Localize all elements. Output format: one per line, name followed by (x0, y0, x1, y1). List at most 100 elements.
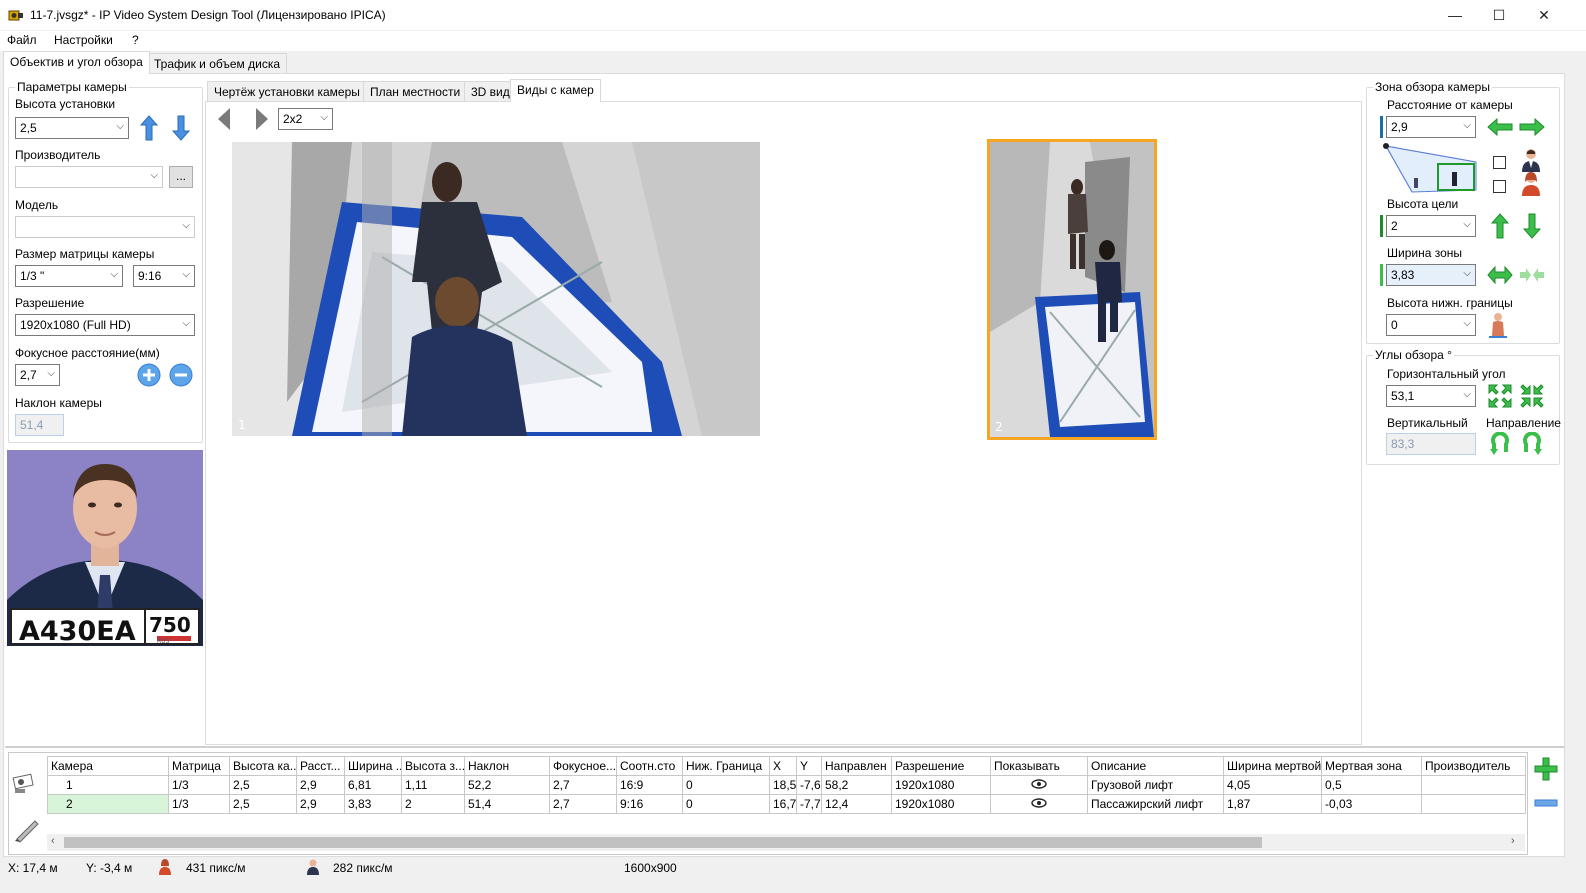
splitter[interactable] (5, 746, 1565, 748)
table-cell[interactable]: 2 (401, 794, 465, 814)
table-cell[interactable]: 1/3 (168, 775, 230, 795)
lower-bound-combo[interactable]: 0 ⌵ (1386, 314, 1476, 336)
zoom-out-icon[interactable] (169, 363, 193, 390)
rotate-right-icon[interactable] (1520, 431, 1544, 459)
pen-tool-icon[interactable] (13, 815, 41, 846)
narrow-angle-icon[interactable] (1520, 384, 1544, 411)
table-cell[interactable]: 12,4 (821, 794, 892, 814)
column-header[interactable]: Фокусное... (549, 756, 617, 776)
table-cell[interactable]: 2,5 (229, 775, 297, 795)
sensor-combo[interactable]: 1/3 " ⌵ (15, 265, 123, 287)
table-cell[interactable]: Пассажирский лифт (1087, 794, 1224, 814)
table-cell[interactable]: 2,7 (549, 775, 617, 795)
distance-combo[interactable]: 2,9 ⌵ (1386, 116, 1476, 138)
table-cell[interactable]: 2,5 (229, 794, 297, 814)
camera-list-icon[interactable] (11, 767, 39, 798)
menu-file[interactable]: Файл (7, 33, 37, 47)
column-header[interactable]: Ниж. Граница (682, 756, 770, 776)
tab-lens-angle[interactable]: Объектив и угол обзора (3, 51, 150, 74)
arrow-down-icon[interactable] (171, 115, 191, 144)
eye-icon[interactable] (1031, 778, 1047, 792)
table-cell[interactable]: 1920x1080 (891, 794, 991, 814)
layout-combo[interactable]: 2x2 ⌵ (278, 108, 333, 130)
column-header[interactable]: Мертвая зона (1321, 756, 1422, 776)
camera-view-2[interactable]: 2 (987, 139, 1157, 440)
column-header[interactable]: Y (796, 756, 822, 776)
column-header[interactable]: Описание (1087, 756, 1224, 776)
column-header[interactable]: Производитель (1421, 756, 1526, 776)
show-male-checkbox[interactable] (1493, 156, 1506, 169)
prev-arrow-icon[interactable] (216, 107, 232, 134)
table-cell[interactable]: 0 (682, 775, 770, 795)
add-camera-icon[interactable] (1533, 756, 1559, 785)
tab-camera-views[interactable]: Виды с камер (510, 79, 601, 102)
widen-angle-icon[interactable] (1488, 384, 1512, 411)
table-cell[interactable] (1421, 794, 1526, 814)
eye-icon[interactable] (1031, 797, 1047, 811)
column-header[interactable]: Высота з... (401, 756, 465, 776)
table-cell[interactable]: Грузовой лифт (1087, 775, 1224, 795)
table-cell-selected[interactable]: 2 (47, 794, 169, 814)
arrow-right-icon[interactable] (1519, 117, 1545, 139)
tab-installation-drawing[interactable]: Чертёж установки камеры (207, 81, 367, 102)
expand-width-icon[interactable] (1487, 265, 1513, 287)
zone-width-combo[interactable]: 3,83 ⌵ (1386, 264, 1476, 286)
column-header[interactable]: Разрешение (891, 756, 991, 776)
table-cell[interactable]: 4,05 (1223, 775, 1322, 795)
maximize-button[interactable]: ☐ (1476, 0, 1522, 31)
column-header[interactable]: Направлен (821, 756, 892, 776)
table-cell[interactable]: 52,2 (464, 775, 550, 795)
table-cell[interactable]: -7,6 (796, 775, 822, 795)
shrink-width-icon[interactable] (1519, 266, 1545, 287)
column-header[interactable]: Высота ка... (229, 756, 297, 776)
table-cell[interactable]: 1,11 (401, 775, 465, 795)
column-header[interactable]: Ширина ... (344, 756, 402, 776)
column-header[interactable]: Расст... (296, 756, 345, 776)
table-cell[interactable]: 16:9 (616, 775, 683, 795)
target-height-combo[interactable]: 2 ⌵ (1386, 215, 1476, 237)
table-cell[interactable]: 1920x1080 (891, 775, 991, 795)
height-combo[interactable]: 2,5 ⌵ (15, 117, 129, 139)
resolution-combo[interactable]: 1920x1080 (Full HD) ⌵ (15, 314, 195, 336)
table-cell[interactable]: 1,87 (1223, 794, 1322, 814)
table-cell[interactable] (990, 775, 1088, 795)
scroll-left-icon[interactable]: ‹ (51, 835, 55, 847)
table-cell[interactable]: -0,03 (1321, 794, 1422, 814)
table-cell[interactable] (990, 794, 1088, 814)
next-arrow-icon[interactable] (254, 107, 270, 134)
column-header[interactable]: X (769, 756, 797, 776)
camera-view-1[interactable]: 1 (232, 142, 760, 436)
table-cell[interactable]: -7,7 (796, 794, 822, 814)
column-header[interactable]: Камера (47, 756, 169, 776)
show-female-checkbox[interactable] (1493, 180, 1506, 193)
table-cell[interactable]: 51,4 (464, 794, 550, 814)
rotate-left-icon[interactable] (1488, 431, 1512, 459)
menu-help[interactable]: ? (132, 33, 139, 47)
horizontal-scrollbar[interactable]: ‹ › (47, 834, 1525, 851)
zoom-in-icon[interactable] (137, 363, 161, 390)
table-cell[interactable]: 1/3 (168, 794, 230, 814)
table-cell[interactable]: 0,5 (1321, 775, 1422, 795)
arrow-left-icon[interactable] (1487, 117, 1513, 139)
arrow-down-green-icon[interactable] (1522, 213, 1542, 242)
focal-combo[interactable]: 2,7 ⌵ (15, 364, 60, 386)
tab-site-plan[interactable]: План местности (363, 81, 468, 102)
tab-3d-view[interactable]: 3D вид (464, 81, 517, 102)
manufacturer-browse-button[interactable]: ... (169, 166, 193, 188)
table-cell[interactable]: 6,81 (344, 775, 402, 795)
column-header[interactable]: Показывать (990, 756, 1088, 776)
arrow-up-green-icon[interactable] (1490, 213, 1510, 242)
table-cell[interactable] (1421, 775, 1526, 795)
tab-traffic-disk[interactable]: Трафик и объем диска (147, 53, 287, 74)
table-cell[interactable]: 9:16 (616, 794, 683, 814)
table-cell[interactable]: 3,83 (344, 794, 402, 814)
column-header[interactable]: Матрица (168, 756, 230, 776)
table-cell[interactable]: 0 (682, 794, 770, 814)
tilt-field[interactable]: 51,4 (15, 414, 64, 436)
arrow-up-icon[interactable] (139, 115, 159, 144)
menu-settings[interactable]: Настройки (54, 33, 113, 47)
table-cell[interactable]: 1 (47, 775, 169, 795)
table-cell[interactable]: 16,7 (769, 794, 797, 814)
scroll-right-icon[interactable]: › (1511, 835, 1515, 847)
table-cell[interactable]: 18,5 (769, 775, 797, 795)
